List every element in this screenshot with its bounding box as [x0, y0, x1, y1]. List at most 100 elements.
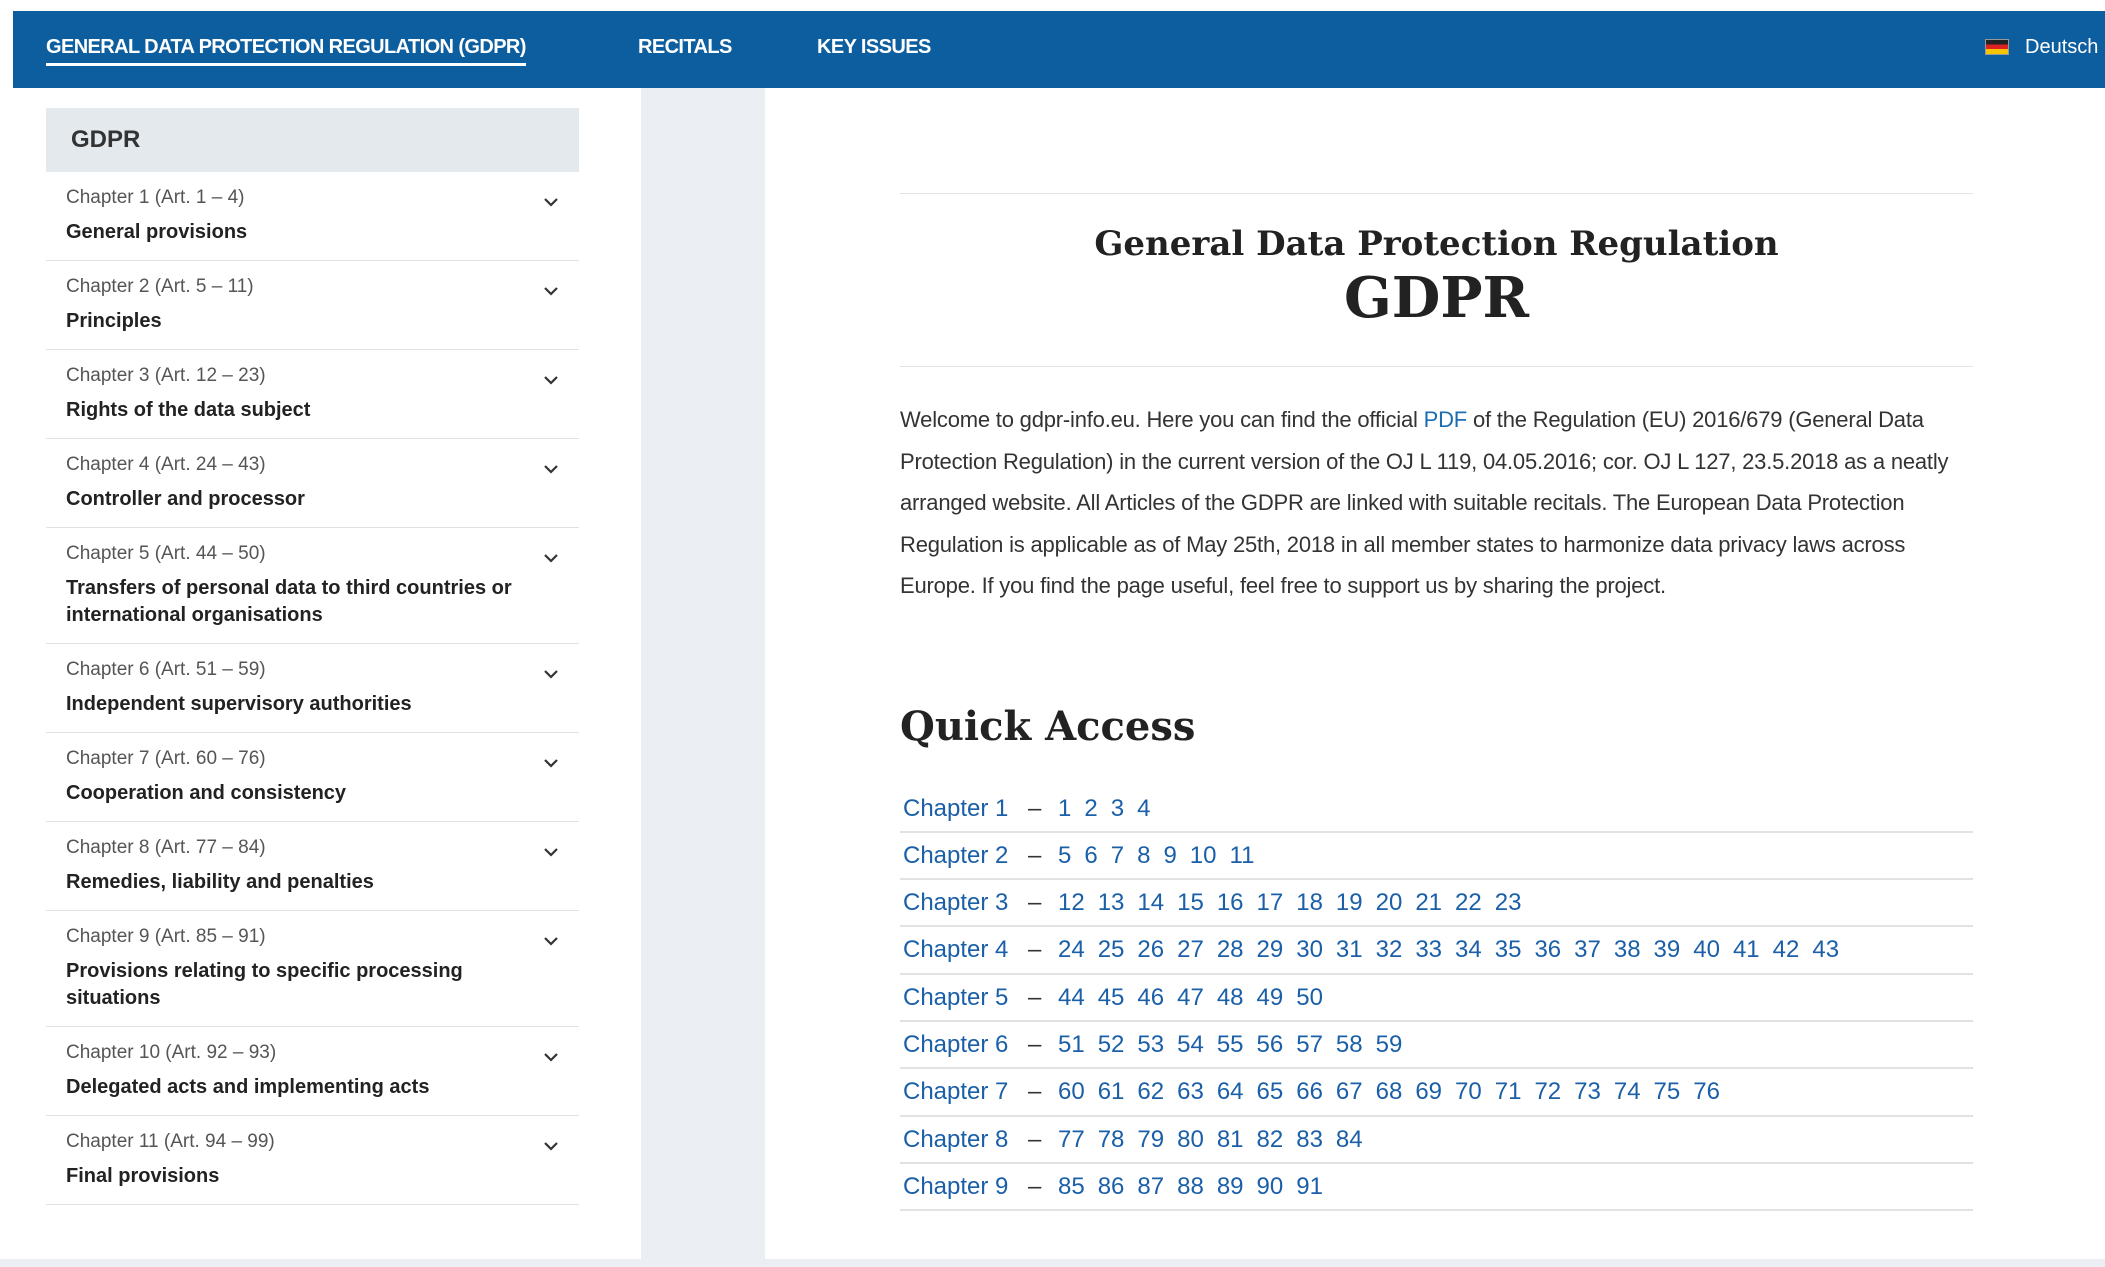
- article-link[interactable]: 11: [1230, 833, 1255, 878]
- article-link[interactable]: 35: [1495, 927, 1522, 972]
- chapter-link[interactable]: Chapter 7: [903, 1069, 1028, 1114]
- article-link[interactable]: 46: [1137, 975, 1164, 1020]
- article-link[interactable]: 78: [1098, 1117, 1125, 1162]
- chapter-link[interactable]: Chapter 2: [903, 833, 1028, 878]
- article-link[interactable]: 69: [1415, 1069, 1442, 1114]
- article-link[interactable]: 62: [1137, 1069, 1164, 1114]
- sidebar-chapter-7[interactable]: Chapter 7 (Art. 60 – 76) Cooperation and …: [46, 733, 579, 822]
- article-link[interactable]: 40: [1693, 927, 1720, 972]
- article-link[interactable]: 14: [1137, 880, 1164, 925]
- chevron-down-icon[interactable]: [541, 548, 561, 568]
- chevron-down-icon[interactable]: [541, 664, 561, 684]
- chapter-link[interactable]: Chapter 4: [903, 927, 1028, 972]
- article-link[interactable]: 31: [1336, 927, 1363, 972]
- article-link[interactable]: 32: [1376, 927, 1403, 972]
- sidebar-chapter-3[interactable]: Chapter 3 (Art. 12 – 23) Rights of the da…: [46, 350, 579, 439]
- article-link[interactable]: 43: [1812, 927, 1839, 972]
- article-link[interactable]: 47: [1177, 975, 1204, 1020]
- article-link[interactable]: 57: [1296, 1022, 1323, 1067]
- article-link[interactable]: 90: [1257, 1164, 1284, 1209]
- article-link[interactable]: 10: [1190, 833, 1217, 878]
- article-link[interactable]: 18: [1296, 880, 1323, 925]
- article-link[interactable]: 91: [1296, 1164, 1323, 1209]
- article-link[interactable]: 24: [1058, 927, 1085, 972]
- sidebar-chapter-2[interactable]: Chapter 2 (Art. 5 – 11) Principles: [46, 261, 579, 350]
- article-link[interactable]: 71: [1495, 1069, 1522, 1114]
- article-link[interactable]: 50: [1296, 975, 1323, 1020]
- article-link[interactable]: 65: [1257, 1069, 1284, 1114]
- article-link[interactable]: 77: [1058, 1117, 1085, 1162]
- article-link[interactable]: 85: [1058, 1164, 1085, 1209]
- article-link[interactable]: 60: [1058, 1069, 1085, 1114]
- article-link[interactable]: 39: [1654, 927, 1681, 972]
- article-link[interactable]: 44: [1058, 975, 1085, 1020]
- chapter-link[interactable]: Chapter 5: [903, 975, 1028, 1020]
- chapter-link[interactable]: Chapter 3: [903, 880, 1028, 925]
- article-link[interactable]: 80: [1177, 1117, 1204, 1162]
- article-link[interactable]: 83: [1296, 1117, 1323, 1162]
- article-link[interactable]: 21: [1415, 880, 1442, 925]
- article-link[interactable]: 70: [1455, 1069, 1482, 1114]
- article-link[interactable]: 5: [1058, 833, 1071, 878]
- chevron-down-icon[interactable]: [541, 1136, 561, 1156]
- article-link[interactable]: 12: [1058, 880, 1085, 925]
- article-link[interactable]: 4: [1137, 786, 1150, 831]
- article-link[interactable]: 28: [1217, 927, 1244, 972]
- sidebar-chapter-1[interactable]: Chapter 1 (Art. 1 – 4) General provisions: [46, 172, 579, 261]
- sidebar-chapter-11[interactable]: Chapter 11 (Art. 94 – 99) Final provision…: [46, 1116, 579, 1205]
- nav-key-issues[interactable]: KEY ISSUES: [817, 11, 931, 88]
- article-link[interactable]: 89: [1217, 1164, 1244, 1209]
- chevron-down-icon[interactable]: [541, 192, 561, 212]
- chevron-down-icon[interactable]: [541, 753, 561, 773]
- article-link[interactable]: 72: [1534, 1069, 1561, 1114]
- article-link[interactable]: 66: [1296, 1069, 1323, 1114]
- sidebar-chapter-6[interactable]: Chapter 6 (Art. 51 – 59) Independent supe…: [46, 644, 579, 733]
- chapter-link[interactable]: Chapter 9: [903, 1164, 1028, 1209]
- chevron-down-icon[interactable]: [541, 459, 561, 479]
- sidebar-chapter-4[interactable]: Chapter 4 (Art. 24 – 43) Controller and p…: [46, 439, 579, 528]
- article-link[interactable]: 7: [1111, 833, 1124, 878]
- article-link[interactable]: 84: [1336, 1117, 1363, 1162]
- article-link[interactable]: 36: [1534, 927, 1561, 972]
- chevron-down-icon[interactable]: [541, 370, 561, 390]
- article-link[interactable]: 87: [1137, 1164, 1164, 1209]
- article-link[interactable]: 81: [1217, 1117, 1244, 1162]
- article-link[interactable]: 76: [1693, 1069, 1720, 1114]
- article-link[interactable]: 56: [1257, 1022, 1284, 1067]
- article-link[interactable]: 64: [1217, 1069, 1244, 1114]
- article-link[interactable]: 75: [1654, 1069, 1681, 1114]
- article-link[interactable]: 88: [1177, 1164, 1204, 1209]
- article-link[interactable]: 29: [1257, 927, 1284, 972]
- article-link[interactable]: 13: [1098, 880, 1125, 925]
- article-link[interactable]: 59: [1376, 1022, 1403, 1067]
- article-link[interactable]: 45: [1098, 975, 1125, 1020]
- article-link[interactable]: 3: [1111, 786, 1124, 831]
- article-link[interactable]: 30: [1296, 927, 1323, 972]
- chapter-link[interactable]: Chapter 1: [903, 786, 1028, 831]
- chapter-link[interactable]: Chapter 6: [903, 1022, 1028, 1067]
- nav-gdpr[interactable]: GENERAL DATA PROTECTION REGULATION (GDPR…: [46, 11, 526, 88]
- article-link[interactable]: 67: [1336, 1069, 1363, 1114]
- chevron-down-icon[interactable]: [541, 842, 561, 862]
- article-link[interactable]: 25: [1098, 927, 1125, 972]
- article-link[interactable]: 6: [1084, 833, 1097, 878]
- article-link[interactable]: 38: [1614, 927, 1641, 972]
- chapter-link[interactable]: Chapter 8: [903, 1117, 1028, 1162]
- article-link[interactable]: 26: [1137, 927, 1164, 972]
- chevron-down-icon[interactable]: [541, 1047, 561, 1067]
- article-link[interactable]: 23: [1495, 880, 1522, 925]
- article-link[interactable]: 55: [1217, 1022, 1244, 1067]
- article-link[interactable]: 82: [1257, 1117, 1284, 1162]
- article-link[interactable]: 74: [1614, 1069, 1641, 1114]
- article-link[interactable]: 22: [1455, 880, 1482, 925]
- article-link[interactable]: 8: [1137, 833, 1150, 878]
- article-link[interactable]: 68: [1376, 1069, 1403, 1114]
- pdf-link[interactable]: PDF: [1424, 407, 1468, 432]
- article-link[interactable]: 15: [1177, 880, 1204, 925]
- chevron-down-icon[interactable]: [541, 931, 561, 951]
- language-switch[interactable]: Deutsch: [1985, 11, 2105, 88]
- article-link[interactable]: 37: [1574, 927, 1601, 972]
- article-link[interactable]: 51: [1058, 1022, 1085, 1067]
- article-link[interactable]: 49: [1257, 975, 1284, 1020]
- article-link[interactable]: 61: [1098, 1069, 1125, 1114]
